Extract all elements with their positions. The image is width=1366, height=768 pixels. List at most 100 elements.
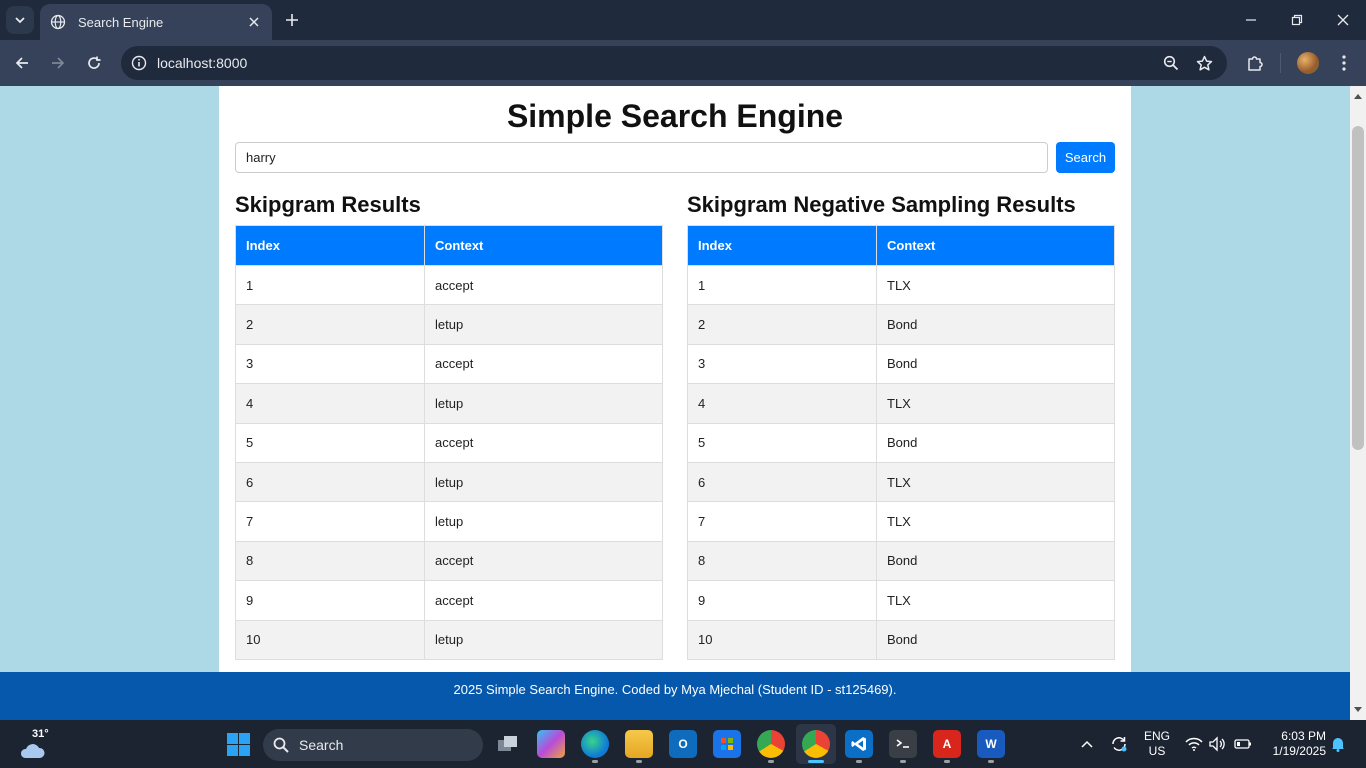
- windows-logo-icon: [227, 745, 238, 756]
- new-tab-button[interactable]: [280, 8, 304, 32]
- search-input[interactable]: [235, 142, 1048, 173]
- table-row: 8 accept: [235, 540, 663, 582]
- microsoft-store-icon[interactable]: [713, 730, 741, 758]
- context-cell: Bond: [876, 343, 1115, 385]
- language-code: ENG: [1143, 729, 1170, 743]
- index-cell: 10: [687, 619, 877, 660]
- index-cell: 7: [235, 501, 425, 542]
- scroll-up-icon[interactable]: [1350, 88, 1366, 104]
- weather-widget[interactable]: 31°: [18, 728, 49, 758]
- table-row: 9 accept: [235, 580, 663, 621]
- extensions-puzzle-icon[interactable]: [1243, 51, 1267, 75]
- context-cell: accept: [424, 343, 663, 385]
- chrome-profile-icon[interactable]: [802, 730, 830, 758]
- running-indicator: [944, 760, 950, 763]
- volume-icon[interactable]: [1207, 734, 1227, 754]
- arrow-right-icon: [52, 57, 65, 69]
- language-indicator[interactable]: ENG US: [1141, 729, 1173, 759]
- index-cell: 8: [235, 540, 425, 582]
- negative-sampling-results-heading: Skipgram Negative Sampling Results: [687, 192, 1076, 217]
- notification-bell-icon[interactable]: [1328, 734, 1348, 754]
- index-cell: 3: [687, 343, 877, 385]
- context-cell: TLX: [876, 461, 1115, 503]
- reload-icon: [88, 56, 101, 69]
- context-cell: letup: [424, 304, 663, 345]
- index-cell: 3: [235, 343, 425, 385]
- table-row: 5 Bond: [687, 422, 1115, 463]
- index-cell: 9: [687, 580, 877, 621]
- forward-button[interactable]: [44, 49, 72, 77]
- context-cell: letup: [424, 383, 663, 424]
- start-button[interactable]: [227, 733, 250, 756]
- running-indicator: [988, 760, 994, 763]
- page-scrollbar[interactable]: [1350, 86, 1366, 720]
- table-row: 7 TLX: [687, 501, 1115, 542]
- index-cell: 2: [687, 304, 877, 345]
- sync-icon[interactable]: [1109, 734, 1129, 754]
- windows-logo-icon: [227, 733, 238, 744]
- url-text[interactable]: localhost:8000: [157, 55, 247, 71]
- edge-browser-icon[interactable]: [581, 730, 609, 758]
- running-indicator: [856, 760, 862, 763]
- context-cell: letup: [424, 501, 663, 542]
- minimize-icon: [1246, 19, 1256, 21]
- context-cell: letup: [424, 461, 663, 503]
- page-footer: 2025 Simple Search Engine. Coded by Mya …: [0, 672, 1350, 720]
- address-bar[interactable]: localhost:8000: [121, 46, 1227, 80]
- kebab-menu-icon[interactable]: [1332, 51, 1356, 75]
- browser-tab[interactable]: Search Engine: [40, 4, 272, 40]
- system-clock[interactable]: 6:03 PM 1/19/2025: [1262, 729, 1326, 759]
- content-container: Simple Search Engine Search Skipgram Res…: [219, 86, 1131, 672]
- terminal-icon[interactable]: [889, 730, 917, 758]
- back-button[interactable]: [8, 49, 36, 77]
- file-explorer-icon[interactable]: [625, 730, 653, 758]
- table-row: 7 letup: [235, 501, 663, 542]
- close-tab-icon[interactable]: [244, 12, 264, 32]
- scroll-down-icon[interactable]: [1350, 702, 1366, 718]
- table-row: 1 accept: [235, 264, 663, 306]
- index-cell: 6: [235, 461, 425, 503]
- outlook-icon[interactable]: O: [669, 730, 697, 758]
- restore-button[interactable]: [1281, 6, 1313, 34]
- scrollbar-thumb[interactable]: [1352, 126, 1364, 450]
- windows-logo-icon: [239, 745, 250, 756]
- context-cell: Bond: [876, 540, 1115, 582]
- context-cell: accept: [424, 264, 663, 306]
- task-view-icon[interactable]: [494, 730, 522, 758]
- page-viewport: Simple Search Engine Search Skipgram Res…: [0, 86, 1350, 720]
- vscode-icon[interactable]: [845, 730, 873, 758]
- wifi-icon[interactable]: [1184, 734, 1204, 754]
- acrobat-pdf-icon[interactable]: A: [933, 730, 961, 758]
- table-row: 10 Bond: [687, 619, 1115, 660]
- chrome-icon[interactable]: [757, 730, 785, 758]
- table-row: 6 letup: [235, 461, 663, 503]
- active-running-indicator: [808, 760, 824, 763]
- copilot-icon[interactable]: [537, 730, 565, 758]
- tab-title: Search Engine: [78, 14, 164, 30]
- windows-logo-icon: [239, 733, 250, 744]
- index-cell: 4: [687, 383, 877, 424]
- reload-button[interactable]: [80, 49, 108, 77]
- battery-icon[interactable]: [1233, 734, 1253, 754]
- table-row: 3 accept: [235, 343, 663, 385]
- table-row: 9 TLX: [687, 580, 1115, 621]
- index-cell: 8: [687, 540, 877, 582]
- tab-search-menu-button[interactable]: [6, 6, 34, 34]
- index-cell: 1: [687, 264, 877, 306]
- column-header-index: Index: [235, 225, 425, 266]
- minimize-button[interactable]: [1235, 6, 1267, 34]
- column-header-context: Context: [876, 225, 1115, 266]
- word-icon[interactable]: W: [977, 730, 1005, 758]
- close-window-button[interactable]: [1327, 6, 1359, 34]
- bookmark-star-icon[interactable]: [1194, 53, 1214, 73]
- profile-avatar[interactable]: [1297, 52, 1319, 74]
- table-row: 3 Bond: [687, 343, 1115, 385]
- table-row: 4 letup: [235, 383, 663, 424]
- taskbar-search[interactable]: Search: [263, 729, 483, 761]
- search-button[interactable]: Search: [1056, 142, 1115, 173]
- site-info-icon[interactable]: [129, 53, 149, 73]
- negative-sampling-results: Skipgram Negative Sampling Results Index…: [687, 192, 1115, 660]
- zoom-icon[interactable]: [1161, 53, 1181, 73]
- show-hidden-icons-chevron-icon[interactable]: [1077, 734, 1097, 754]
- context-cell: TLX: [876, 501, 1115, 542]
